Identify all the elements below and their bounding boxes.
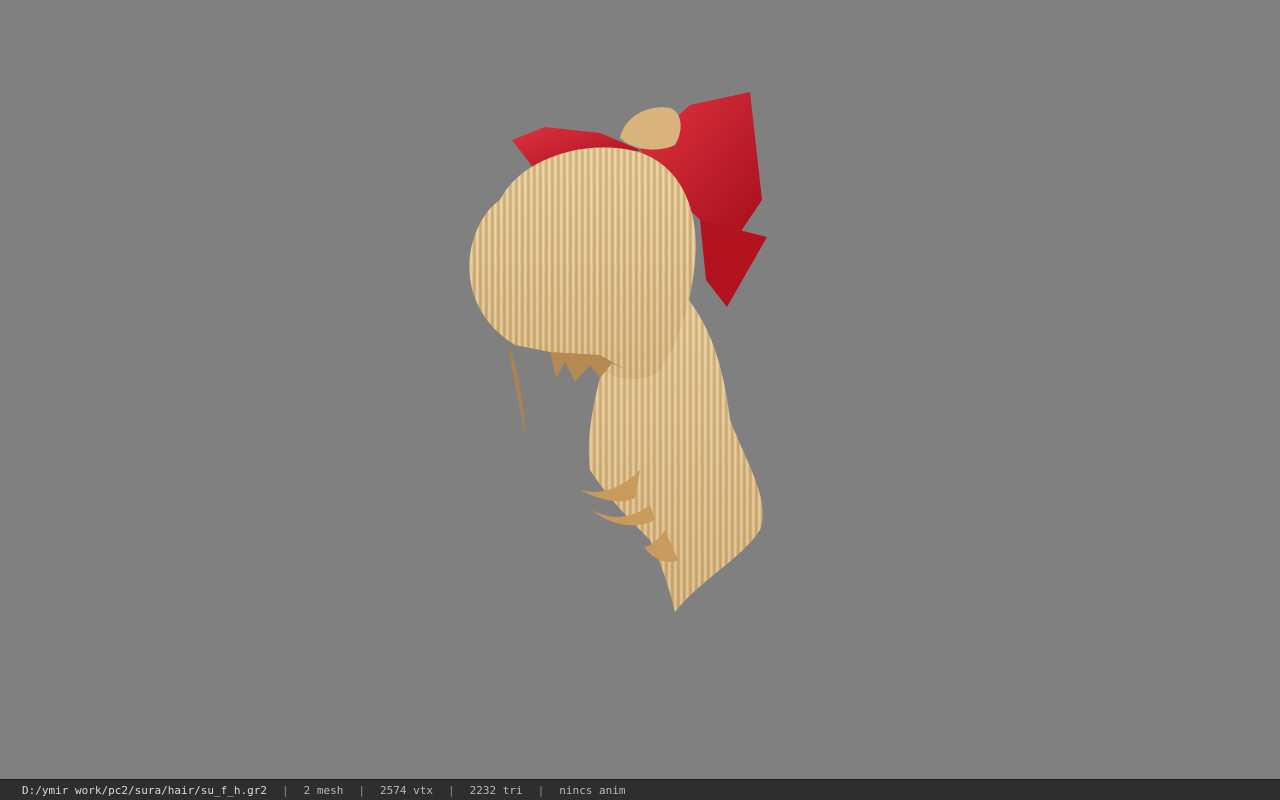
triangle-count: 2232 tri (469, 783, 523, 797)
3d-viewport[interactable] (0, 0, 1280, 779)
hair-model-icon (469, 92, 767, 612)
separator: | (282, 783, 289, 797)
mesh-count: 2 mesh (303, 783, 344, 797)
status-bar: D:/ymir work/pc2/sura/hair/su_f_h.gr2 | … (0, 779, 1280, 800)
vertex-count: 2574 vtx (380, 783, 434, 797)
separator: | (537, 783, 545, 797)
separator: | (448, 783, 455, 797)
anim-status: nincs anim (559, 783, 626, 797)
file-path: D:/ymir work/pc2/sura/hair/su_f_h.gr2 (22, 783, 268, 797)
separator: | (358, 783, 366, 797)
